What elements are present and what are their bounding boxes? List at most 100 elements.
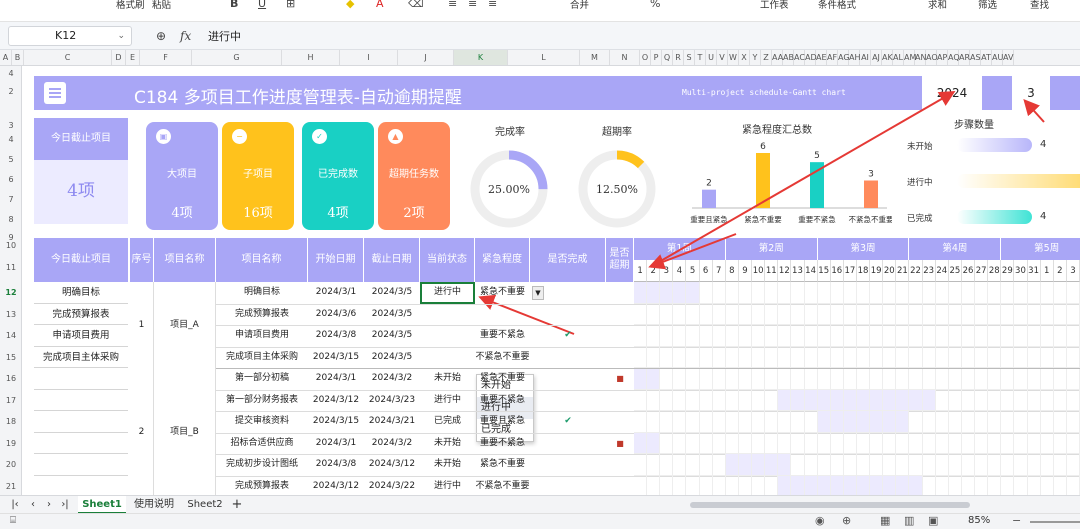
gantt-cell[interactable] [909, 346, 923, 368]
gantt-cell[interactable] [961, 282, 976, 304]
cell-overdue[interactable] [606, 282, 634, 304]
gantt-cell[interactable] [843, 475, 857, 495]
gantt-cell[interactable] [975, 368, 989, 390]
row-header[interactable]: 14 [0, 331, 22, 340]
gantt-cell[interactable] [1014, 282, 1028, 304]
gantt-cell[interactable] [830, 325, 844, 347]
gantt-cell[interactable] [1040, 346, 1054, 368]
gantt-cell[interactable] [896, 432, 910, 454]
column-header[interactable]: AM [904, 50, 916, 65]
gantt-cell[interactable] [699, 411, 713, 433]
cell-start[interactable]: 2024/3/1 [308, 282, 364, 304]
tab-sheet1[interactable]: Sheet1 [78, 496, 126, 514]
gantt-cell[interactable] [791, 475, 805, 495]
gantt-cell[interactable] [935, 325, 949, 347]
gantt-cell[interactable] [857, 411, 871, 433]
cell-status[interactable]: 进行中 [420, 390, 475, 412]
gantt-cell[interactable] [1066, 454, 1080, 476]
cell-end[interactable]: 2024/3/5 [364, 325, 420, 347]
gantt-cell[interactable] [935, 411, 949, 433]
column-header[interactable]: H [282, 50, 340, 65]
column-header[interactable]: V [717, 50, 728, 65]
gantt-cell[interactable] [830, 282, 844, 304]
cell-urgency[interactable] [475, 304, 530, 326]
cell-task[interactable]: 完成初步设计图纸 [216, 454, 308, 476]
gantt-cell[interactable] [686, 389, 700, 411]
gantt-cell[interactable] [647, 346, 661, 368]
column-header[interactable]: AQ [948, 50, 960, 65]
gantt-cell[interactable] [686, 432, 700, 454]
gantt-cell[interactable] [673, 282, 687, 304]
gantt-cell[interactable] [725, 432, 739, 454]
column-header[interactable]: AC [794, 50, 805, 65]
cell-overdue[interactable] [606, 304, 634, 326]
cell-end[interactable]: 2024/3/5 [364, 304, 420, 326]
row-header[interactable]: 16 [0, 374, 22, 383]
cell-urgency[interactable]: 不紧急不重要 [475, 347, 530, 369]
gantt-cell[interactable] [1027, 454, 1041, 476]
gantt-cell[interactable] [726, 475, 739, 495]
cell-urgency[interactable]: 紧急不重要 [475, 454, 530, 476]
gantt-cell[interactable] [1014, 346, 1028, 368]
gantt-cell[interactable] [870, 303, 884, 325]
gantt-cell[interactable] [647, 303, 661, 325]
gantt-cell[interactable] [660, 282, 674, 304]
gantt-cell[interactable] [647, 411, 661, 433]
cell-overdue[interactable] [606, 325, 634, 347]
gantt-cell[interactable] [712, 282, 726, 304]
gantt-cell[interactable] [857, 303, 871, 325]
gantt-cell[interactable] [857, 368, 871, 390]
gantt-cell[interactable] [1040, 303, 1054, 325]
gantt-cell[interactable] [870, 325, 884, 347]
cell-start[interactable]: 2024/3/12 [308, 390, 364, 412]
gantt-cell[interactable] [1027, 411, 1041, 433]
gantt-cell[interactable] [975, 325, 989, 347]
gantt-cell[interactable] [948, 411, 962, 433]
group-number[interactable]: 1 [130, 282, 154, 368]
cell-start[interactable]: 2024/3/6 [308, 304, 364, 326]
gantt-cell[interactable] [988, 368, 1002, 390]
cell-status[interactable]: 未开始 [420, 454, 475, 476]
column-header[interactable]: A [0, 50, 12, 65]
cell-urgency[interactable]: 不紧急不重要 [475, 476, 530, 496]
gantt-cell[interactable] [713, 475, 726, 495]
gantt-cell[interactable] [883, 303, 897, 325]
gantt-cell[interactable] [673, 368, 687, 390]
gantt-cell[interactable] [791, 389, 805, 411]
gantt-cell[interactable] [961, 432, 976, 454]
cell-done[interactable] [530, 304, 606, 326]
gantt-cell[interactable] [988, 411, 1002, 433]
column-header[interactable]: U [706, 50, 717, 65]
gantt-cell[interactable] [778, 389, 792, 411]
gantt-cell[interactable] [1053, 368, 1067, 390]
gantt-cell[interactable] [1028, 475, 1041, 495]
gantt-cell[interactable] [843, 325, 857, 347]
gantt-cell[interactable] [738, 303, 753, 325]
gantt-cell[interactable] [909, 432, 923, 454]
gantt-cell[interactable] [778, 282, 792, 304]
gantt-cell[interactable] [883, 454, 897, 476]
gantt-cell[interactable] [765, 432, 779, 454]
column-header[interactable]: Y [750, 50, 761, 65]
gantt-cell[interactable] [1054, 475, 1067, 495]
gantt-cell[interactable] [725, 454, 739, 476]
paste-button[interactable]: 粘贴 [152, 0, 171, 11]
gantt-cell[interactable] [791, 411, 805, 433]
gantt-cell[interactable] [699, 432, 713, 454]
column-header[interactable]: F [140, 50, 192, 65]
gantt-cell[interactable] [883, 411, 897, 433]
gantt-cell[interactable] [712, 411, 726, 433]
gantt-cell[interactable] [752, 346, 766, 368]
merge-button[interactable]: 合并 [570, 0, 589, 11]
row-header[interactable]: 4 [0, 69, 22, 78]
gantt-cell[interactable] [778, 325, 792, 347]
gantt-cell[interactable] [712, 303, 726, 325]
gantt-cell[interactable] [817, 432, 831, 454]
gantt-cell[interactable] [1066, 368, 1080, 390]
gantt-cell[interactable] [686, 325, 700, 347]
gantt-cell[interactable] [949, 475, 962, 495]
cell-start[interactable]: 2024/3/15 [308, 347, 364, 369]
gantt-cell[interactable] [673, 475, 687, 495]
gantt-cell[interactable] [936, 475, 949, 495]
gantt-cell[interactable] [1027, 325, 1041, 347]
